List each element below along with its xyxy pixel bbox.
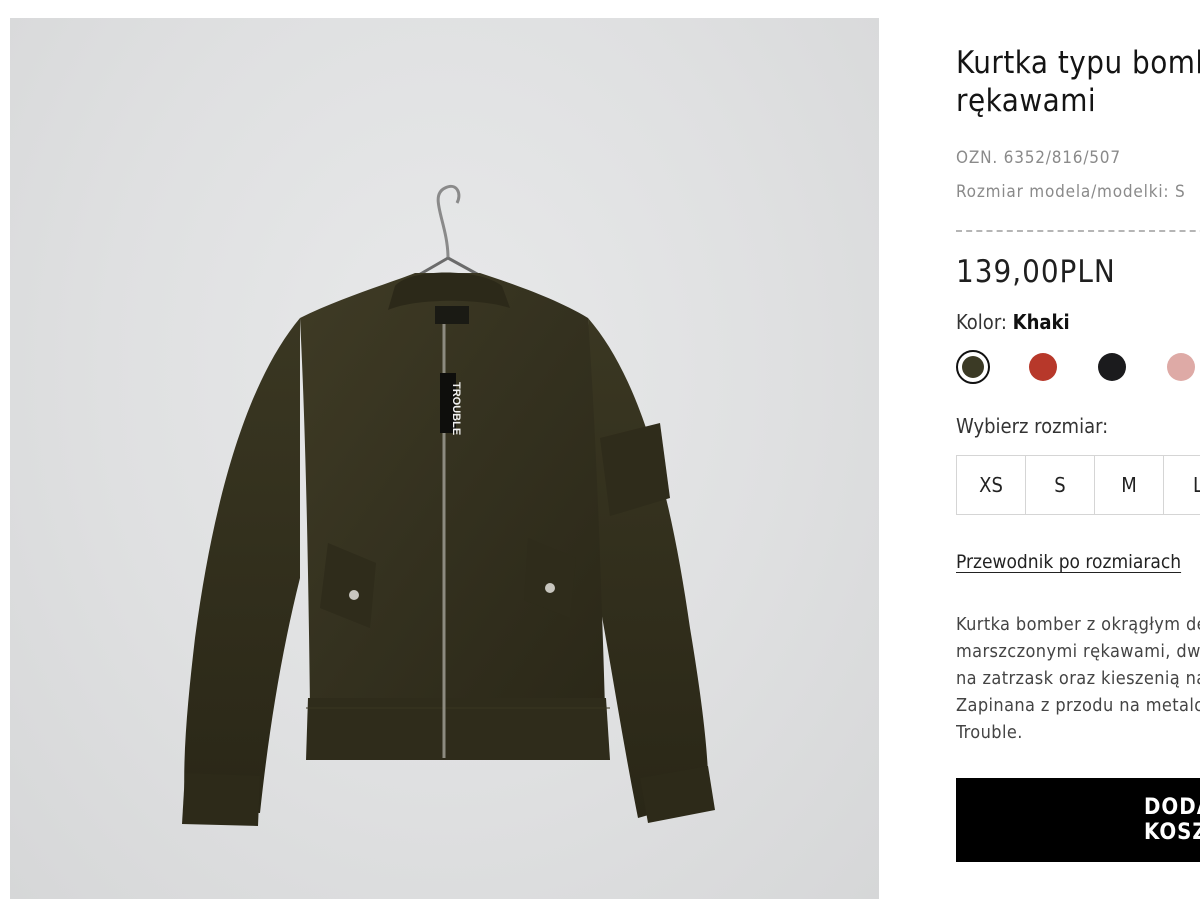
- color-swatch-pink[interactable]: [1167, 353, 1195, 381]
- trouble-tag-text: TROUBLE: [450, 382, 462, 435]
- size-guide-link[interactable]: Przewodnik po rozmiarach: [956, 551, 1181, 573]
- color-swatches: [956, 350, 1200, 386]
- size-option-xs[interactable]: XS: [956, 455, 1026, 515]
- color-swatch-red[interactable]: [1029, 353, 1057, 381]
- product-title: Kurtka typu bomber z marszczonymi rękawa…: [956, 45, 1200, 119]
- product-description: Kurtka bomber z okrągłym dekoltem, długi…: [956, 611, 1200, 746]
- color-row: Kolor: Khaki: [956, 310, 1070, 334]
- jacket-illustration: TROUBLE: [182, 185, 715, 826]
- size-option-l[interactable]: L: [1163, 455, 1200, 515]
- color-swatch-khaki[interactable]: [956, 350, 990, 384]
- description-line: Trouble.: [956, 722, 1023, 743]
- product-reference: OZN. 6352/816/507: [956, 148, 1121, 168]
- size-option-m[interactable]: M: [1094, 455, 1164, 515]
- description-line: na zatrzask oraz kieszenią na rękawie.: [956, 668, 1200, 689]
- description-line: marszczonymi rękawami, dwiema kieszeniam…: [956, 641, 1200, 662]
- product-image[interactable]: TROUBLE: [10, 18, 879, 899]
- size-selector: XS S M L: [956, 455, 1200, 515]
- product-info-panel: Kurtka typu bomber z marszczonymi rękawa…: [956, 0, 1200, 899]
- model-size: Rozmiar modela/modelki: S: [956, 182, 1186, 202]
- add-to-cart-button[interactable]: DODAJ DO KOSZYKA: [956, 778, 1200, 862]
- description-line: Kurtka bomber z okrągłym dekoltem, długi…: [956, 614, 1200, 635]
- size-label: Wybierz rozmiar:: [956, 414, 1109, 438]
- color-label: Kolor:: [956, 310, 1007, 334]
- size-option-s[interactable]: S: [1025, 455, 1095, 515]
- color-value: Khaki: [1012, 310, 1070, 334]
- description-line: Zapinana z przodu na metalowy zamek z na…: [956, 695, 1200, 716]
- product-price: 139,00PLN: [956, 254, 1116, 290]
- dashed-divider: [956, 230, 1200, 232]
- color-swatch-black[interactable]: [1098, 353, 1126, 381]
